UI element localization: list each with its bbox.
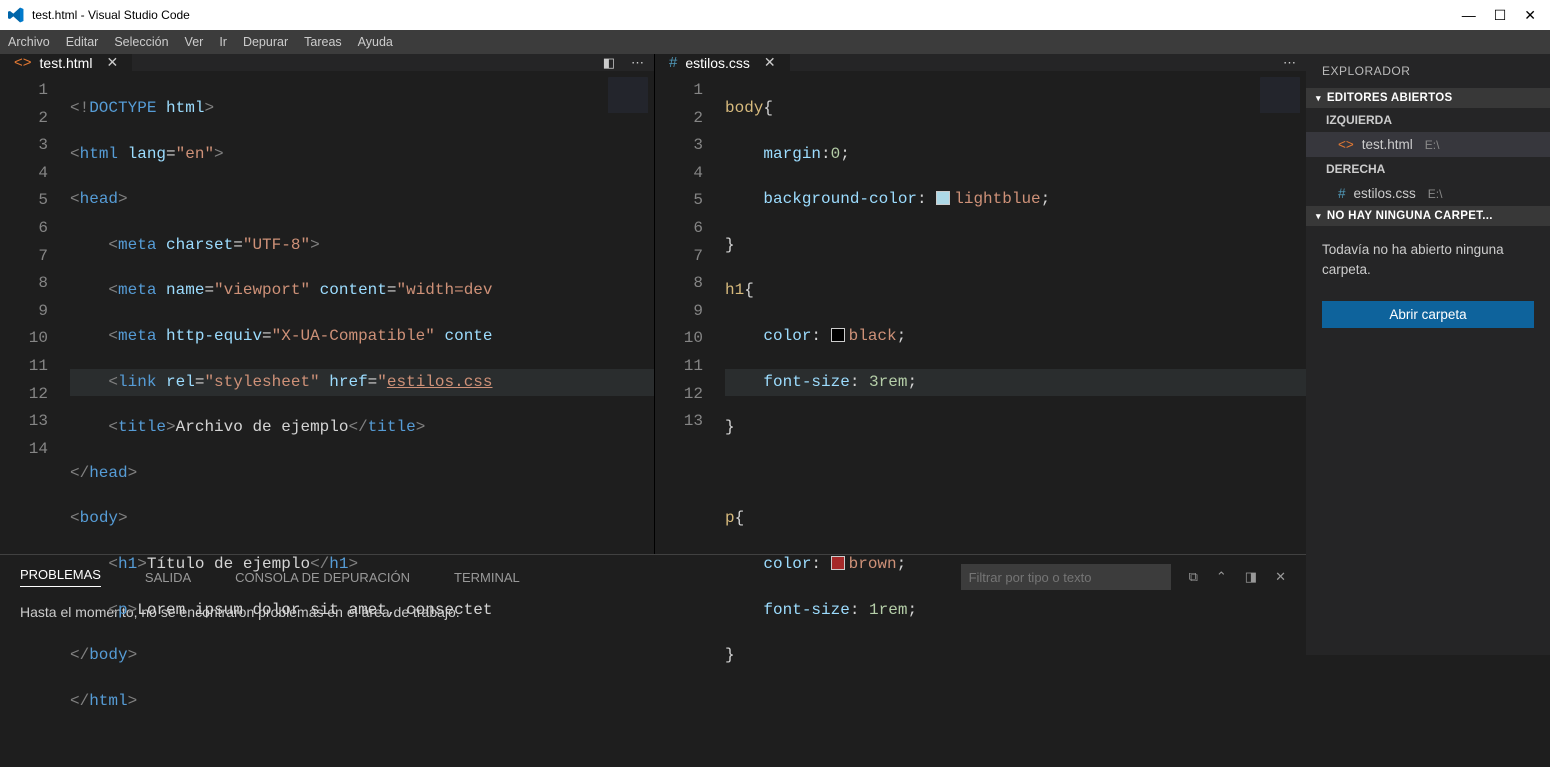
menu-editar[interactable]: Editar xyxy=(66,35,99,49)
open-editor-test-html[interactable]: <> test.html E:\ xyxy=(1306,132,1550,157)
tab-test-html[interactable]: <> test.html ✕ xyxy=(0,54,132,71)
maximize-button[interactable]: ☐ xyxy=(1494,7,1507,24)
html-file-icon: <> xyxy=(1338,137,1354,152)
minimize-button[interactable]: — xyxy=(1462,7,1476,23)
code-left[interactable]: <!DOCTYPE html> <html lang="en"> <head> … xyxy=(70,71,654,751)
gutter-right: 12345678910111213 xyxy=(655,71,725,706)
tab-label: test.html xyxy=(40,55,93,71)
tab-close-icon[interactable]: ✕ xyxy=(106,54,118,71)
editor-group-right: # estilos.css ✕ ⋯ 12345678910111213 body… xyxy=(655,54,1306,554)
css-file-icon: # xyxy=(1338,186,1346,201)
menu-archivo[interactable]: Archivo xyxy=(8,35,50,49)
vscode-icon xyxy=(8,7,24,23)
no-folder-message: Todavía no ha abierto ninguna carpeta. xyxy=(1306,226,1550,295)
sidebar-explorer: EXPLORADOR EDITORES ABIERTOS IZQUIERDA <… xyxy=(1306,54,1550,655)
group-derecha: DERECHA xyxy=(1306,157,1550,181)
more-actions-icon[interactable]: ⋯ xyxy=(1283,55,1296,71)
menu-ver[interactable]: Ver xyxy=(185,35,204,49)
menubar: Archivo Editar Selección Ver Ir Depurar … xyxy=(0,30,1550,54)
editor-group-left: <> test.html ✕ ◧ ⋯ 1234567891011121314 xyxy=(0,54,655,554)
group-izquierda: IZQUIERDA xyxy=(1306,108,1550,132)
html-file-icon: <> xyxy=(14,54,32,71)
minimap[interactable] xyxy=(1260,77,1300,137)
titlebar: test.html - Visual Studio Code — ☐ ✕ xyxy=(0,0,1550,30)
code-right[interactable]: body{ margin:0; background-color: lightb… xyxy=(725,71,1306,706)
menu-ir[interactable]: Ir xyxy=(219,35,227,49)
menu-ayuda[interactable]: Ayuda xyxy=(358,35,393,49)
section-open-editors[interactable]: EDITORES ABIERTOS xyxy=(1306,88,1550,108)
menu-depurar[interactable]: Depurar xyxy=(243,35,288,49)
color-swatch-lightblue xyxy=(936,191,950,205)
css-file-icon: # xyxy=(669,54,677,71)
window-title: test.html - Visual Studio Code xyxy=(32,8,190,22)
menu-seleccion[interactable]: Selección xyxy=(114,35,168,49)
color-swatch-brown xyxy=(831,556,845,570)
split-editor-icon[interactable]: ◧ xyxy=(603,55,615,71)
open-editor-estilos-css[interactable]: # estilos.css E:\ xyxy=(1306,181,1550,206)
gutter-left: 1234567891011121314 xyxy=(0,71,70,751)
close-window-button[interactable]: ✕ xyxy=(1524,7,1536,24)
tab-label: estilos.css xyxy=(685,55,750,71)
menu-tareas[interactable]: Tareas xyxy=(304,35,342,49)
color-swatch-black xyxy=(831,328,845,342)
more-actions-icon[interactable]: ⋯ xyxy=(631,55,644,71)
open-folder-button[interactable]: Abrir carpeta xyxy=(1322,301,1534,328)
section-no-folder[interactable]: NO HAY NINGUNA CARPET... xyxy=(1306,206,1550,226)
tab-close-icon[interactable]: ✕ xyxy=(764,54,776,71)
minimap[interactable] xyxy=(608,77,648,137)
sidebar-title: EXPLORADOR xyxy=(1306,54,1550,88)
tab-estilos-css[interactable]: # estilos.css ✕ xyxy=(655,54,790,71)
